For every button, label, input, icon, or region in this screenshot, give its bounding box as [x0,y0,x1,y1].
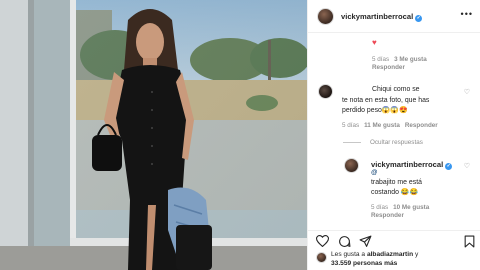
comment-2-avatar[interactable] [318,84,333,99]
reply-username-text[interactable]: vickymartinberrocal [371,160,443,169]
post-side-panel: vickymartinberrocal ✓ ••• ♥ 5 días 3 Me gu… [307,0,480,270]
bookmark-icon[interactable] [464,235,475,248]
likes-summary-text: Les gusta a albadiazmartin y 33.559 pers… [331,250,418,268]
post-action-bar [308,230,480,248]
comment-2-likes[interactable]: 11 Me gusta [364,122,400,129]
comment-icon[interactable] [338,235,351,248]
heart-icon[interactable] [316,235,329,247]
reply-reply-button[interactable]: Responder [371,212,404,219]
comment-1-time[interactable]: 5 días [372,56,389,63]
reply-reply-label[interactable]: Responder [371,212,404,219]
reply-text-line2: costando 😂😂 [371,189,419,196]
reply-username[interactable]: vickymartinberrocal ✓ [371,160,453,170]
comment-2-text-line1: Chiqui como se [372,86,420,93]
reply-text-line1: trabajito me está [371,179,422,186]
comment-1-meta: 5 días 3 Me gusta [372,56,427,63]
more-options-icon[interactable]: ••• [461,9,473,19]
comment-2-like-icon[interactable]: ♡ [464,88,470,96]
liker-username[interactable]: albadiazmartin [367,251,413,258]
comment-2-meta: 5 días 11 Me gusta Responder [342,122,438,129]
post-photo-illustration [0,0,307,270]
post-photo[interactable] [0,0,307,270]
likes-prefix: Les gusta a [331,251,367,258]
comment-1-reply-label[interactable]: Responder [372,64,405,71]
reply-mention[interactable]: @ [371,169,378,176]
liker-avatar[interactable] [316,252,327,263]
hide-replies-divider [343,142,361,143]
reply-meta: 5 días 10 Me gusta [371,204,429,211]
author-avatar[interactable] [317,8,334,25]
reply-like-icon[interactable]: ♡ [464,162,470,170]
verified-badge-icon: ✓ [445,163,453,170]
share-icon[interactable] [359,235,372,248]
comment-2-time[interactable]: 5 días [342,122,359,129]
verified-badge-icon: ✓ [415,15,423,22]
likes-summary: Les gusta a albadiazmartin y 33.559 pers… [316,250,476,270]
comment-1-likes[interactable]: 3 Me gusta [394,56,427,63]
comment-1-reply-button[interactable]: Responder [372,64,405,71]
author-username[interactable]: vickymartinberrocal ✓ [341,12,423,22]
comment-2-reply-button[interactable]: Responder [405,122,438,129]
author-username-text[interactable]: vickymartinberrocal [341,12,413,21]
hide-replies-button[interactable]: Ocultar respuestas [370,139,423,146]
likes-count[interactable]: 33.559 personas más [331,260,397,267]
comment-2-text-line2: te nota en esta foto, que has [342,97,430,104]
reply-avatar[interactable] [344,158,359,173]
post-header: vickymartinberrocal ✓ ••• [308,0,480,33]
comment-2-text-line3: perdido peso😱😱😍 [342,107,408,114]
comment-heart-emoji: ♥ [372,38,377,47]
reply-time[interactable]: 5 días [371,204,388,211]
reply-likes[interactable]: 10 Me gusta [393,204,429,211]
likes-connector: y [413,251,419,258]
